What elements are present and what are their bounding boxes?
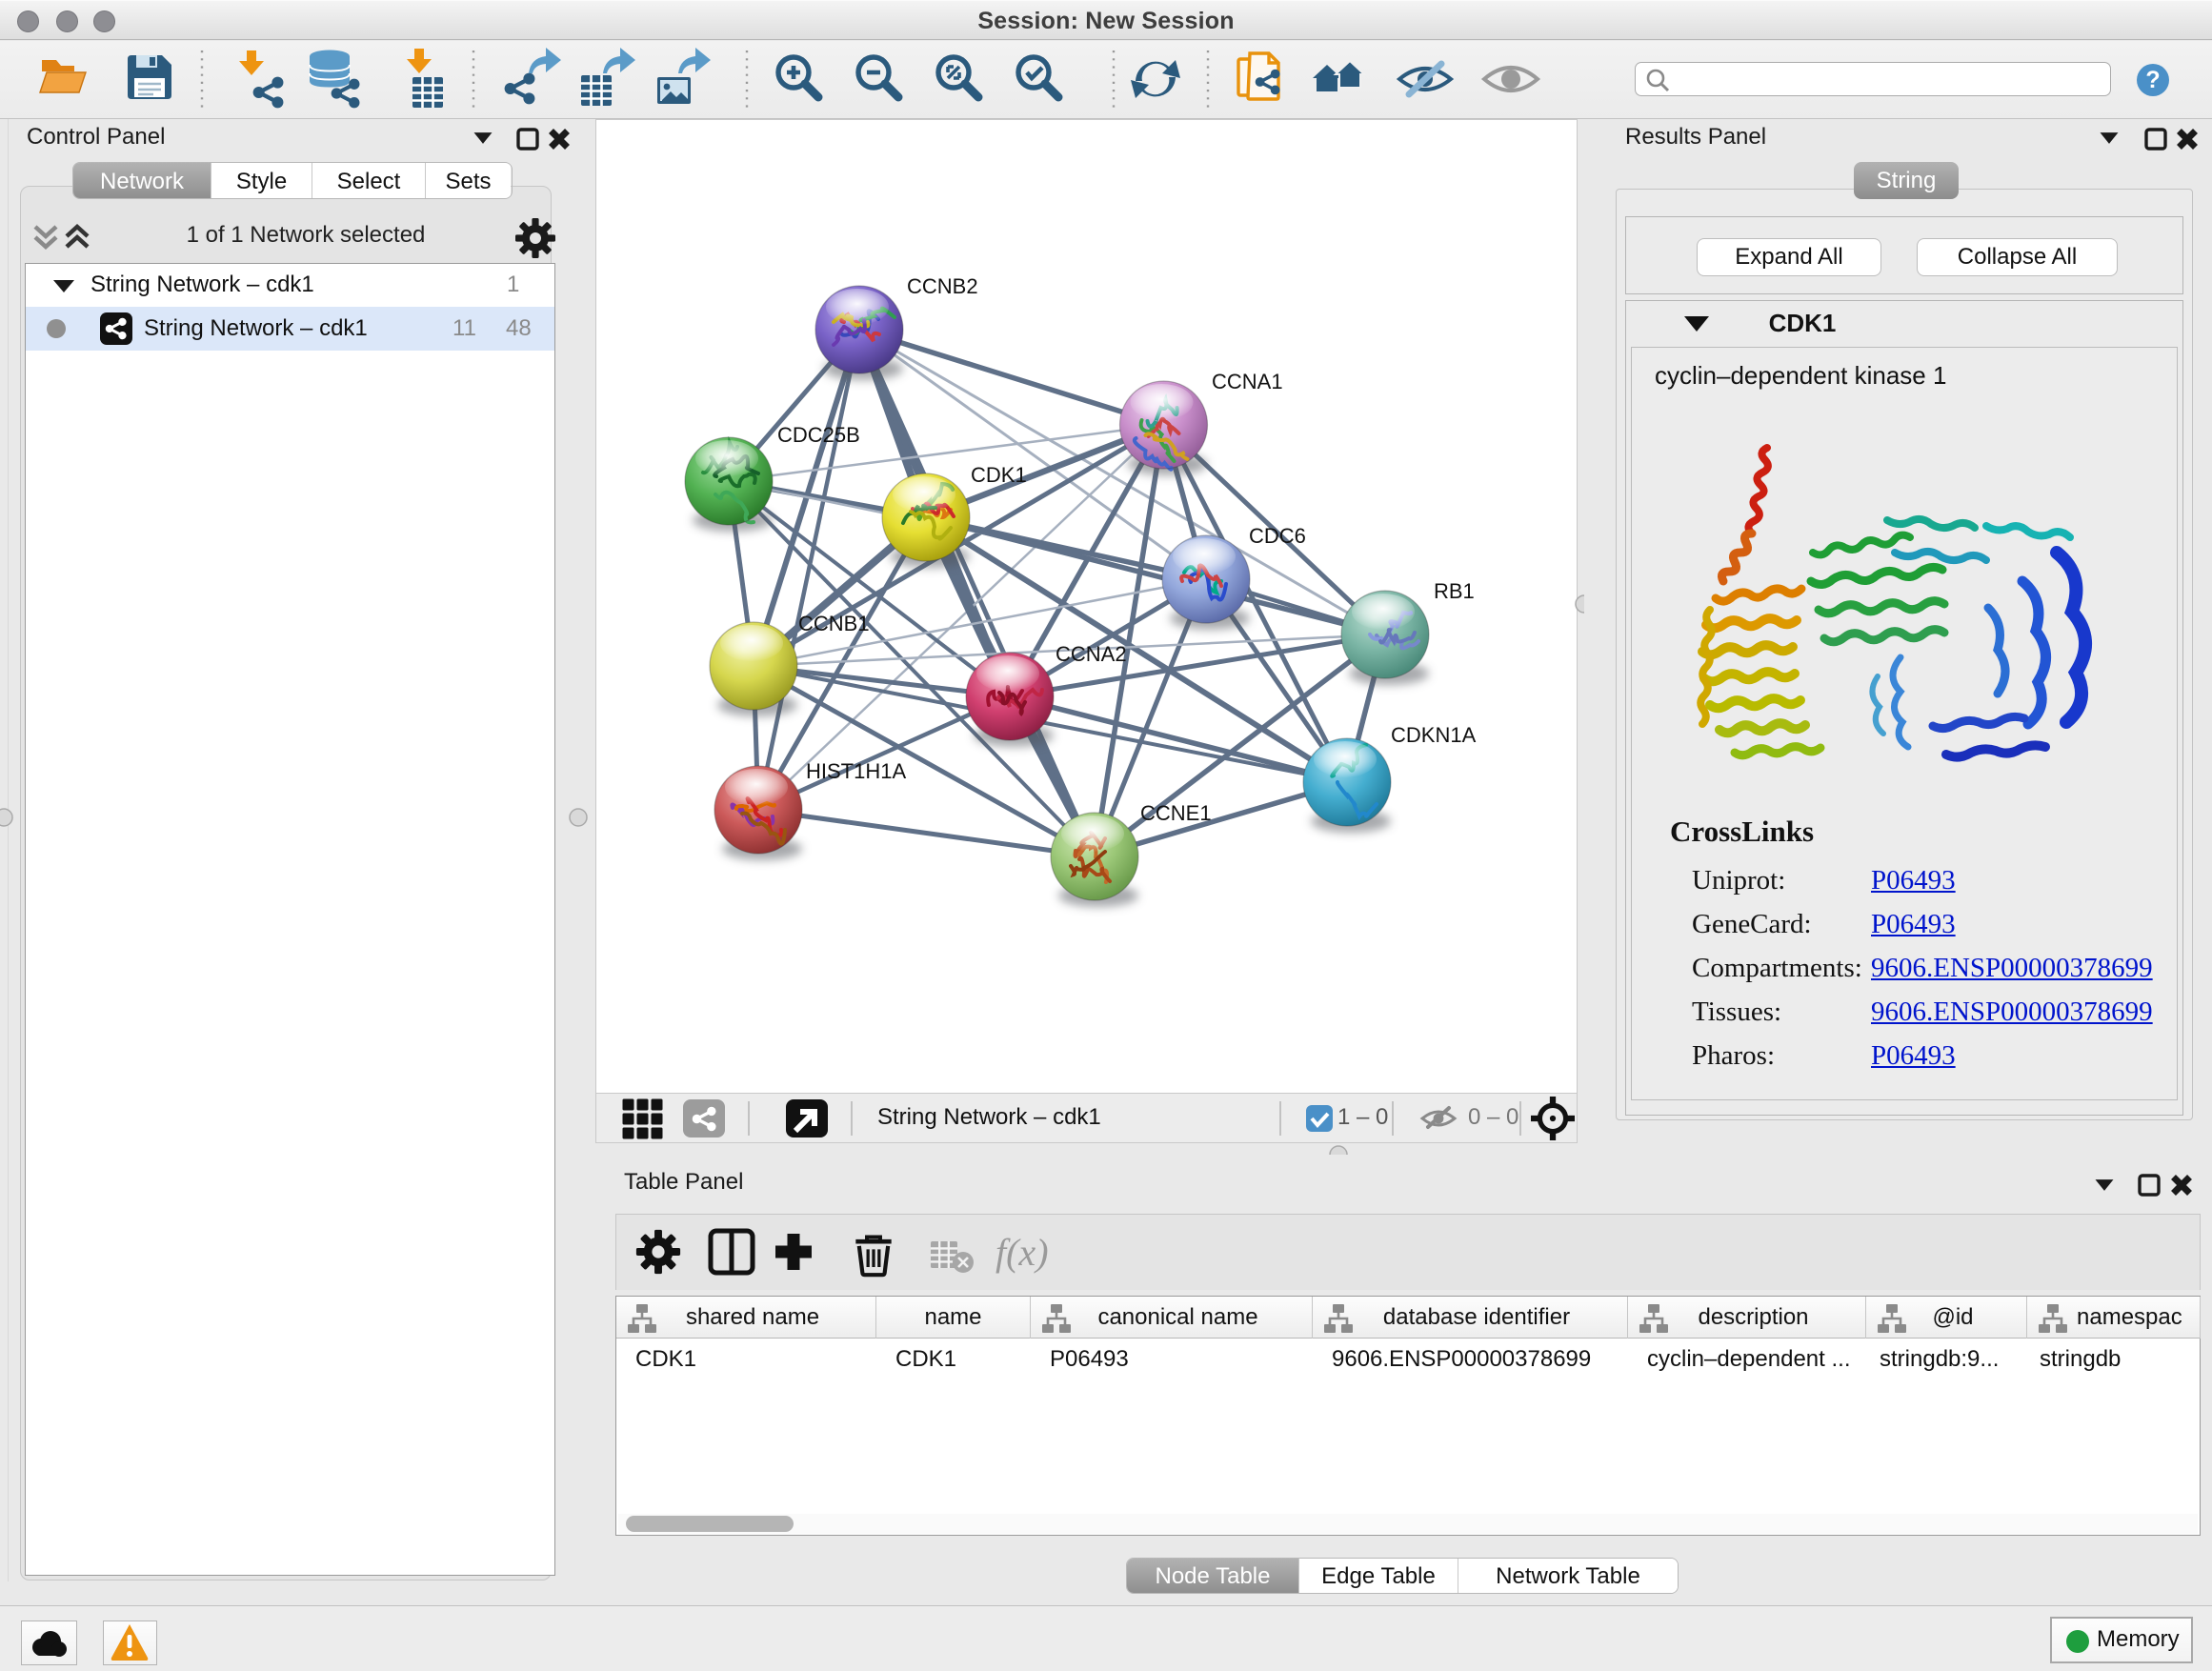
svg-text:CDC25B: CDC25B xyxy=(777,423,860,447)
svg-text:CCNA2: CCNA2 xyxy=(1056,642,1127,666)
svg-text:CCNA1: CCNA1 xyxy=(1212,370,1283,393)
svg-text:CDK1: CDK1 xyxy=(971,463,1027,487)
svg-text:HIST1H1A: HIST1H1A xyxy=(806,759,906,783)
svg-text:RB1: RB1 xyxy=(1434,579,1475,603)
svg-text:CDKN1A: CDKN1A xyxy=(1391,723,1477,747)
svg-text:CCNE1: CCNE1 xyxy=(1140,801,1212,825)
svg-text:f(x): f(x) xyxy=(995,1231,1049,1274)
svg-text:CCNB1: CCNB1 xyxy=(798,612,870,635)
svg-text:CCNB2: CCNB2 xyxy=(907,274,978,298)
svg-text:CDC6: CDC6 xyxy=(1249,524,1306,548)
